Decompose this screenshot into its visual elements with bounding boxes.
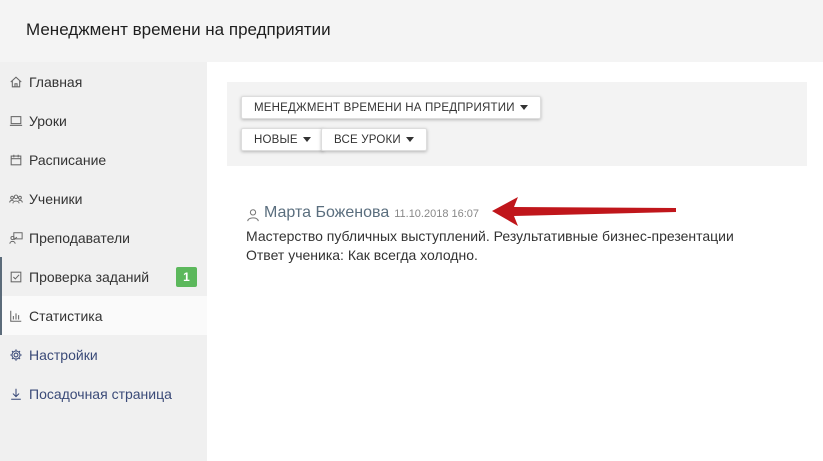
annotation-arrow: [492, 197, 676, 226]
laptop-icon: [8, 113, 23, 128]
sidebar-item-lessons[interactable]: Уроки: [0, 101, 207, 140]
student-answer: Ответ ученика: Как всегда холодно.: [246, 247, 478, 263]
course-filter-dropdown[interactable]: МЕНЕДЖМЕНТ ВРЕМЕНИ НА ПРЕДПРИЯТИИ: [241, 96, 541, 119]
sidebar-item-label: Посадочная страница: [29, 385, 172, 402]
sidebar-item-label: Ученики: [29, 190, 83, 207]
lessons-filter-label: ВСЕ УРОКИ: [334, 133, 401, 146]
sidebar-item-schedule[interactable]: Расписание: [0, 140, 207, 179]
submission-date: 11.10.2018 16:07: [394, 208, 480, 220]
gear-icon: [8, 347, 23, 362]
count-badge: 1: [176, 267, 197, 287]
sidebar-item-teachers[interactable]: Преподаватели: [0, 218, 207, 257]
calendar-icon: [8, 152, 23, 167]
arrow-shape: [492, 197, 676, 226]
sidebar-item-settings[interactable]: Настройки: [0, 335, 207, 374]
sidebar-item-label: Главная: [29, 73, 83, 90]
caret-down-icon: [519, 105, 528, 110]
sidebar-item-home[interactable]: Главная: [0, 62, 207, 101]
download-icon: [8, 386, 23, 401]
sidebar-item-statistics[interactable]: Статистика: [0, 296, 207, 335]
sidebar-item-assignments[interactable]: Проверка заданий 1: [0, 257, 207, 296]
sidebar-item-label: Уроки: [29, 112, 67, 129]
caret-down-icon: [405, 137, 414, 142]
users-icon: [8, 191, 23, 206]
course-filter-label: МЕНЕДЖМЕНТ ВРЕМЕНИ НА ПРЕДПРИЯТИИ: [254, 101, 515, 114]
status-filter-label: НОВЫЕ: [254, 133, 298, 146]
sidebar-item-students[interactable]: Ученики: [0, 179, 207, 218]
sidebar-item-label: Преподаватели: [29, 229, 130, 246]
lessons-filter-dropdown[interactable]: ВСЕ УРОКИ: [321, 128, 427, 151]
user-icon: [246, 208, 260, 222]
sidebar-item-label: Расписание: [29, 151, 107, 168]
sidebar-item-label: Настройки: [29, 346, 98, 363]
home-icon: [8, 74, 23, 89]
app-header: Менеджмент времени на предприятии: [0, 0, 823, 62]
sidebar-item-landing-page[interactable]: Посадочная страница: [0, 374, 207, 413]
status-filter-dropdown[interactable]: НОВЫЕ: [241, 128, 324, 151]
caret-down-icon: [302, 137, 311, 142]
sidebar-item-label: Проверка заданий: [29, 268, 150, 285]
teacher-icon: [8, 230, 23, 245]
bar-chart-icon: [8, 308, 23, 323]
page-title: Менеджмент времени на предприятии: [26, 20, 331, 39]
student-name-link[interactable]: Марта Боженова: [264, 204, 389, 222]
sidebar-item-label: Статистика: [29, 307, 103, 324]
filter-panel: МЕНЕДЖМЕНТ ВРЕМЕНИ НА ПРЕДПРИЯТИИ НОВЫЕ …: [227, 82, 807, 166]
checkbox-icon: [8, 269, 23, 284]
sidebar: Главная Уроки Расписание Ученики Препода…: [0, 62, 207, 461]
